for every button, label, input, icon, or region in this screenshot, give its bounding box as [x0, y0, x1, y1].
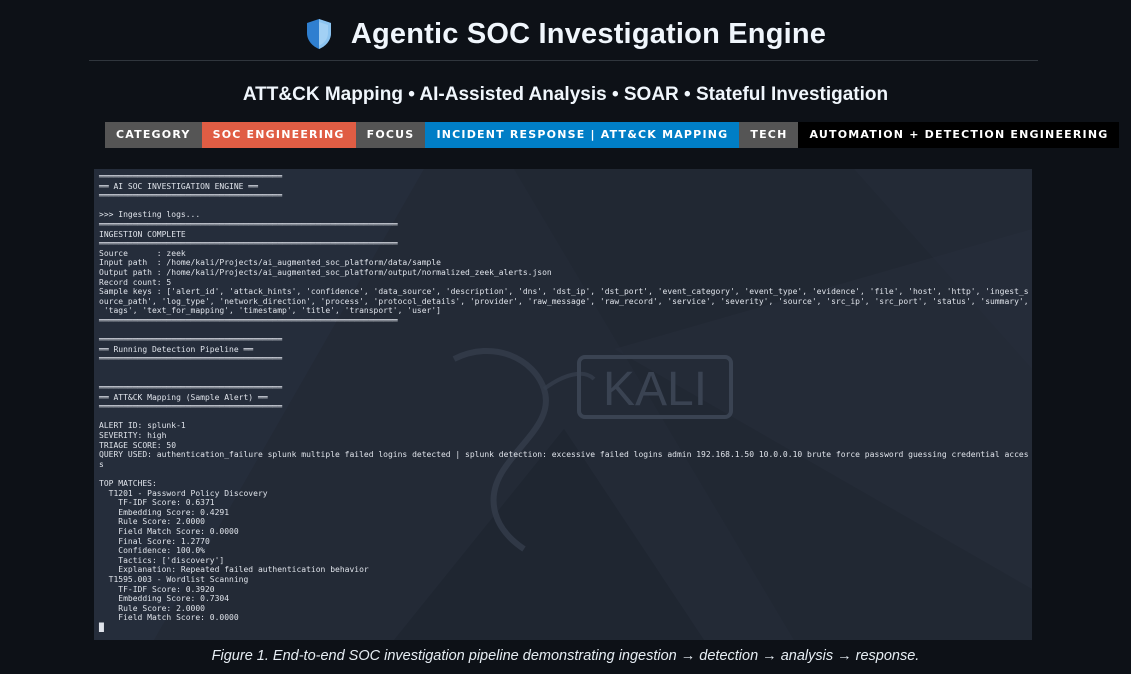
terminal-line: TF-IDF Score: 0.6371	[99, 498, 215, 508]
terminal-screenshot: KALI ═══════════════════════════════════…	[94, 169, 1032, 640]
terminal-line: ALERT ID: splunk-1	[99, 421, 186, 431]
terminal-line: ══════════════════════════════════════	[99, 191, 283, 201]
terminal-line: Output path : /home/kali/Projects/ai_aug…	[99, 267, 552, 277]
terminal-line: Confidence: 100.0%	[99, 546, 205, 556]
badge-focus-label: FOCUS	[355, 122, 426, 148]
badge-tech-value: AUTOMATION + DETECTION ENGINEERING	[798, 122, 1120, 148]
shield-icon	[306, 19, 331, 49]
title-divider	[89, 60, 1038, 61]
badge-focus-value: INCIDENT RESPONSE | ATT&CK MAPPING	[425, 122, 740, 148]
page-header: Agentic SOC Investigation Engine	[0, 12, 1131, 56]
terminal-line: TRIAGE SCORE: 50	[99, 440, 177, 450]
terminal-line: T1201 - Password Policy Discovery	[99, 488, 268, 498]
page-title: Agentic SOC Investigation Engine	[350, 17, 827, 50]
terminal-line: ════════════════════════════════════════…	[99, 219, 398, 229]
terminal-line: Input path : /home/kali/Projects/ai_augm…	[99, 258, 441, 268]
terminal-line: Embedding Score: 0.7304	[99, 594, 230, 604]
terminal-line: Field Match Score: 0.0000	[99, 613, 239, 623]
badge-category-value: SOC ENGINEERING	[201, 122, 356, 148]
terminal-line: ════════════════════════════════════════…	[99, 239, 398, 249]
terminal-line: s	[99, 459, 104, 469]
terminal-line: Rule Score: 2.0000	[99, 517, 205, 527]
figure-caption: Figure 1. End-to-end SOC investigation p…	[211, 648, 920, 664]
terminal-line: ══════════════════════════════════════	[99, 172, 283, 181]
terminal-line: ══════════════════════════════════════	[99, 354, 283, 364]
badge-category-label: CATEGORY	[105, 122, 202, 148]
terminal-line: Source : zeek	[99, 248, 186, 258]
terminal-line: >>> Ingesting logs...	[99, 210, 201, 220]
terminal-line: ══ Running Detection Pipeline ══	[99, 344, 254, 354]
terminal-line: ════════════════════════════════════════…	[99, 315, 398, 325]
terminal-output: ══════════════════════════════════════ ══…	[99, 172, 1029, 633]
terminal-line: 'tags', 'text_for_mapping', 'timestamp',…	[99, 306, 441, 316]
terminal-line: █	[99, 622, 104, 632]
terminal-line: QUERY USED: authentication_failure splun…	[99, 450, 1029, 460]
terminal-line: Final Score: 1.2770	[99, 536, 210, 546]
terminal-line: ource_path', 'log_type', 'network_direct…	[99, 296, 1029, 306]
terminal-line: Tactics: ['discovery']	[99, 555, 225, 565]
terminal-line: Sample keys : ['alert_id', 'attack_hints…	[99, 287, 1029, 297]
terminal-line: Record count: 5	[99, 277, 172, 287]
terminal-line: ══ AI SOC INVESTIGATION ENGINE ══	[99, 181, 258, 191]
terminal-line: INGESTION COMPLETE	[99, 229, 186, 239]
terminal-line: ══════════════════════════════════════	[99, 383, 283, 393]
terminal-line: ══ ATT&CK Mapping (Sample Alert) ══	[99, 392, 268, 402]
terminal-line: ══════════════════════════════════════	[99, 335, 283, 345]
terminal-line: TOP MATCHES:	[99, 479, 157, 488]
terminal-line: T1595.003 - Wordlist Scanning	[99, 574, 249, 584]
terminal-line: SEVERITY: high	[99, 431, 167, 441]
terminal-line: Field Match Score: 0.0000	[99, 526, 239, 536]
badge-tech-label: TECH	[739, 122, 799, 148]
terminal-line: Rule Score: 2.0000	[99, 603, 205, 613]
terminal-line: TF-IDF Score: 0.3920	[99, 584, 215, 594]
terminal-line: Explanation: Repeated failed authenticat…	[99, 565, 369, 575]
badge-row: CATEGORY SOC ENGINEERING FOCUS INCIDENT …	[105, 122, 1120, 148]
terminal-line: ══════════════════════════════════════	[99, 402, 283, 412]
terminal-line: Embedding Score: 0.4291	[99, 507, 230, 517]
page-subtitle: ATT&CK Mapping • AI-Assisted Analysis • …	[242, 84, 889, 105]
